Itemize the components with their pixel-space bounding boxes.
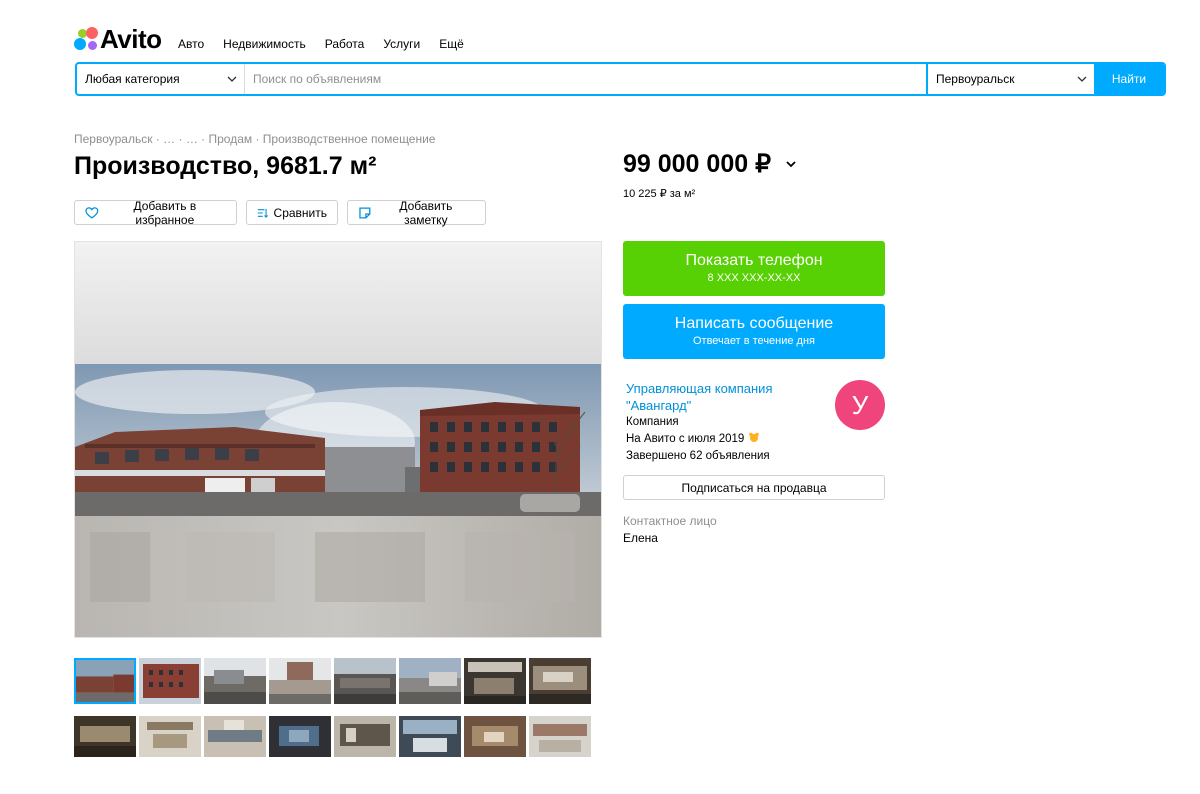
show-phone-label: Показать телефон [685,252,823,269]
photo-thumbnail[interactable] [74,716,136,757]
city-select[interactable]: Первоуральск [926,64,1094,94]
masked-phone: 8 XXX XXX-XX-XX [707,272,801,284]
breadcrumb-item[interactable]: Продам [208,132,252,146]
seller-completed: Завершено 62 объявления [626,450,770,462]
breadcrumb-item[interactable]: Первоуральск [74,132,152,146]
nav-item-auto[interactable]: Авто [178,37,204,51]
photo-thumbnail[interactable] [269,716,331,757]
photo-thumbnail[interactable] [204,716,266,757]
city-select-value: Первоуральск [936,72,1015,86]
contact-person-name: Елена [623,531,658,545]
add-favorite-label: Добавить в избранное [133,198,197,227]
top-nav: Авто Недвижимость Работа Услуги Ещё [178,37,464,51]
factory-photo [75,242,601,637]
photo-thumbnail[interactable] [139,716,201,757]
seller-type: Компания [626,416,679,428]
listing-actions: Добавить в избранное Сравнить Добавить з… [74,198,486,227]
write-message-button[interactable]: Написать сообщение Отвечает в течение дн… [623,304,885,359]
photo-thumbnail[interactable] [399,658,461,704]
photo-thumbnail[interactable] [399,716,461,757]
compare-icon [257,208,269,218]
seller-since-text: На Авито с июля 2019 [626,433,745,445]
chevron-down-icon [227,76,237,82]
breadcrumb: Первоуральск · … · … · Продам · Производ… [74,132,435,146]
photo-thumbnail[interactable] [529,658,591,704]
seller-name-link[interactable]: Управляющая компания "Авангард" [626,380,826,414]
category-select-value: Любая категория [85,72,180,86]
photo-thumbnail[interactable] [334,716,396,757]
add-favorite-button[interactable]: Добавить в избранное [74,198,237,227]
thumbnail-row [74,658,596,704]
seller-since: На Авито с июля 2019 [626,431,826,448]
logo-text: Avito [100,24,162,54]
breadcrumb-item[interactable]: … [163,132,175,146]
search-button[interactable]: Найти [1094,64,1164,94]
chevron-down-icon [1077,76,1087,82]
photo-thumbnail[interactable] [464,716,526,757]
main-photo[interactable] [74,241,602,638]
breadcrumb-item[interactable]: Производственное помещение [263,132,436,146]
search-bar: Любая категория Первоуральск Найти [75,62,1166,96]
compare-label: Сравнить [273,205,327,220]
logo-dots-icon [74,27,98,51]
chevron-down-icon [786,161,796,168]
price[interactable]: 99 000 000 ₽ [623,149,797,179]
listing-title: Производство, 9681.7 м² [74,152,377,180]
show-phone-button[interactable]: Показать телефон 8 XXX XXX-XX-XX [623,241,885,296]
avito-logo[interactable]: Avito [74,26,162,52]
nav-item-jobs[interactable]: Работа [325,37,365,51]
breadcrumb-separator: · [197,132,209,146]
photo-thumbnail[interactable] [334,658,396,704]
category-select[interactable]: Любая категория [77,64,245,94]
nav-item-realty[interactable]: Недвижимость [223,37,306,51]
thumbnail-row [74,716,596,757]
photo-thumbnail[interactable] [529,716,591,757]
contact-person-label: Контактное лицо [623,514,717,528]
photo-thumbnail[interactable] [204,658,266,704]
breadcrumb-separator: · [175,132,186,146]
response-time: Отвечает в течение дня [692,335,816,347]
badge-icon [748,432,759,442]
price-per-m2: 10 225 ₽ за м² [623,188,696,200]
breadcrumb-item[interactable]: … [186,132,198,146]
photo-thumbnail[interactable] [139,658,201,704]
seller-info: Управляющая компания "Авангард" Компания… [626,380,826,465]
compare-button[interactable]: Сравнить [246,200,338,225]
add-note-label: Добавить заметку [399,198,453,227]
breadcrumb-separator: · [152,132,164,146]
photo-thumbnail[interactable] [464,658,526,704]
note-icon [359,206,371,219]
nav-item-services[interactable]: Услуги [383,37,420,51]
subscribe-seller-button[interactable]: Подписаться на продавца [623,475,885,500]
price-value: 99 000 000 ₽ [623,150,771,178]
photo-thumbnail[interactable] [269,658,331,704]
photo-thumbnail[interactable] [74,658,136,704]
breadcrumb-separator: · [252,132,263,146]
write-message-label: Написать сообщение [674,315,834,332]
add-note-button[interactable]: Добавить заметку [347,198,486,227]
heart-icon [85,206,99,219]
search-input[interactable] [245,64,926,94]
nav-item-more[interactable]: Ещё [439,37,464,51]
seller-avatar[interactable]: У [835,380,885,430]
